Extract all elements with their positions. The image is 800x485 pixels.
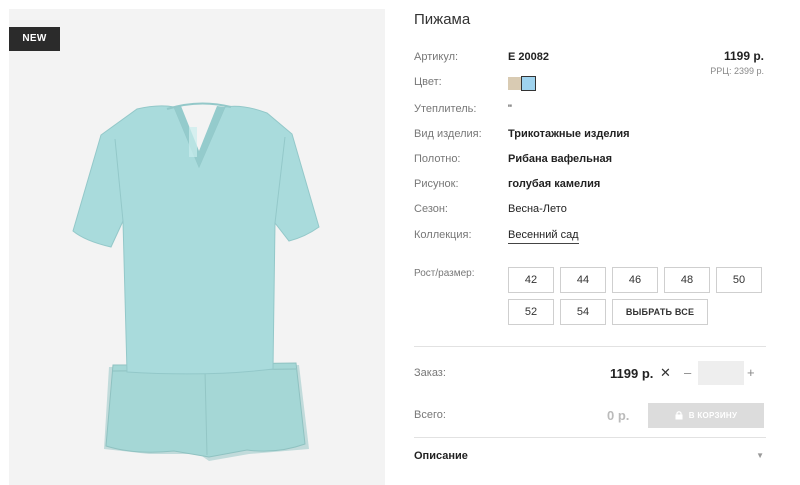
add-to-cart-label: В КОРЗИНУ: [688, 411, 738, 420]
divider: [414, 437, 766, 438]
color-swatch-blue[interactable]: [521, 76, 536, 91]
size-button-54[interactable]: 54: [560, 299, 606, 325]
color-swatch-beige[interactable]: [508, 77, 521, 90]
size-label: Рост/размер:: [414, 268, 475, 279]
attr-label-color: Цвет:: [414, 76, 442, 88]
attr-label-season: Сезон:: [414, 203, 448, 215]
chevron-down-icon[interactable]: ▼: [756, 451, 764, 460]
divider: [414, 346, 766, 347]
description-toggle[interactable]: Описание: [414, 450, 468, 462]
size-button-50[interactable]: 50: [716, 267, 762, 293]
attr-value-pattern: голубая камелия: [508, 178, 601, 190]
attr-label-insulation: Утеплитель:: [414, 103, 477, 115]
attr-value-season: Весна-Лето: [508, 203, 567, 215]
attr-value-product-type: Трикотажные изделия: [508, 128, 630, 140]
size-button-48[interactable]: 48: [664, 267, 710, 293]
total-label: Всего:: [414, 409, 446, 421]
times-icon: ✕: [660, 365, 671, 380]
size-button-52[interactable]: 52: [508, 299, 554, 325]
attr-label-fabric: Полотно:: [414, 153, 461, 165]
attr-value-article: Е 20082: [508, 51, 549, 63]
size-button-42[interactable]: 42: [508, 267, 554, 293]
product-image: [9, 9, 385, 485]
collection-link[interactable]: Весенний сад: [508, 229, 579, 244]
size-button-44[interactable]: 44: [560, 267, 606, 293]
attr-label-pattern: Рисунок:: [414, 178, 459, 190]
size-button-46[interactable]: 46: [612, 267, 658, 293]
attr-label-article: Артикул:: [414, 51, 459, 63]
new-badge: NEW: [9, 27, 60, 51]
recommended-price: РРЦ: 2399 р.: [710, 66, 764, 76]
quantity-input[interactable]: [698, 361, 744, 385]
product-title: Пижама: [414, 11, 471, 28]
attr-value-fabric: Рибана вафельная: [508, 153, 613, 165]
lock-icon: [675, 411, 683, 420]
add-to-cart-button[interactable]: В КОРЗИНУ: [648, 403, 764, 428]
attr-label-product-type: Вид изделия:: [414, 128, 482, 140]
product-gallery: NEW: [9, 9, 385, 485]
attr-value-insulation: ": [508, 103, 512, 115]
increase-quantity-button[interactable]: +: [747, 365, 755, 380]
total-value: 0 р.: [607, 408, 630, 423]
product-price: 1199 р.: [723, 49, 764, 63]
decrease-quantity-button[interactable]: –: [684, 365, 691, 380]
order-label: Заказ:: [414, 367, 446, 379]
attr-label-collection: Коллекция:: [414, 229, 472, 241]
order-price: 1199 р.: [610, 366, 654, 381]
select-all-sizes-button[interactable]: ВЫБРАТЬ ВСЕ: [612, 299, 708, 325]
